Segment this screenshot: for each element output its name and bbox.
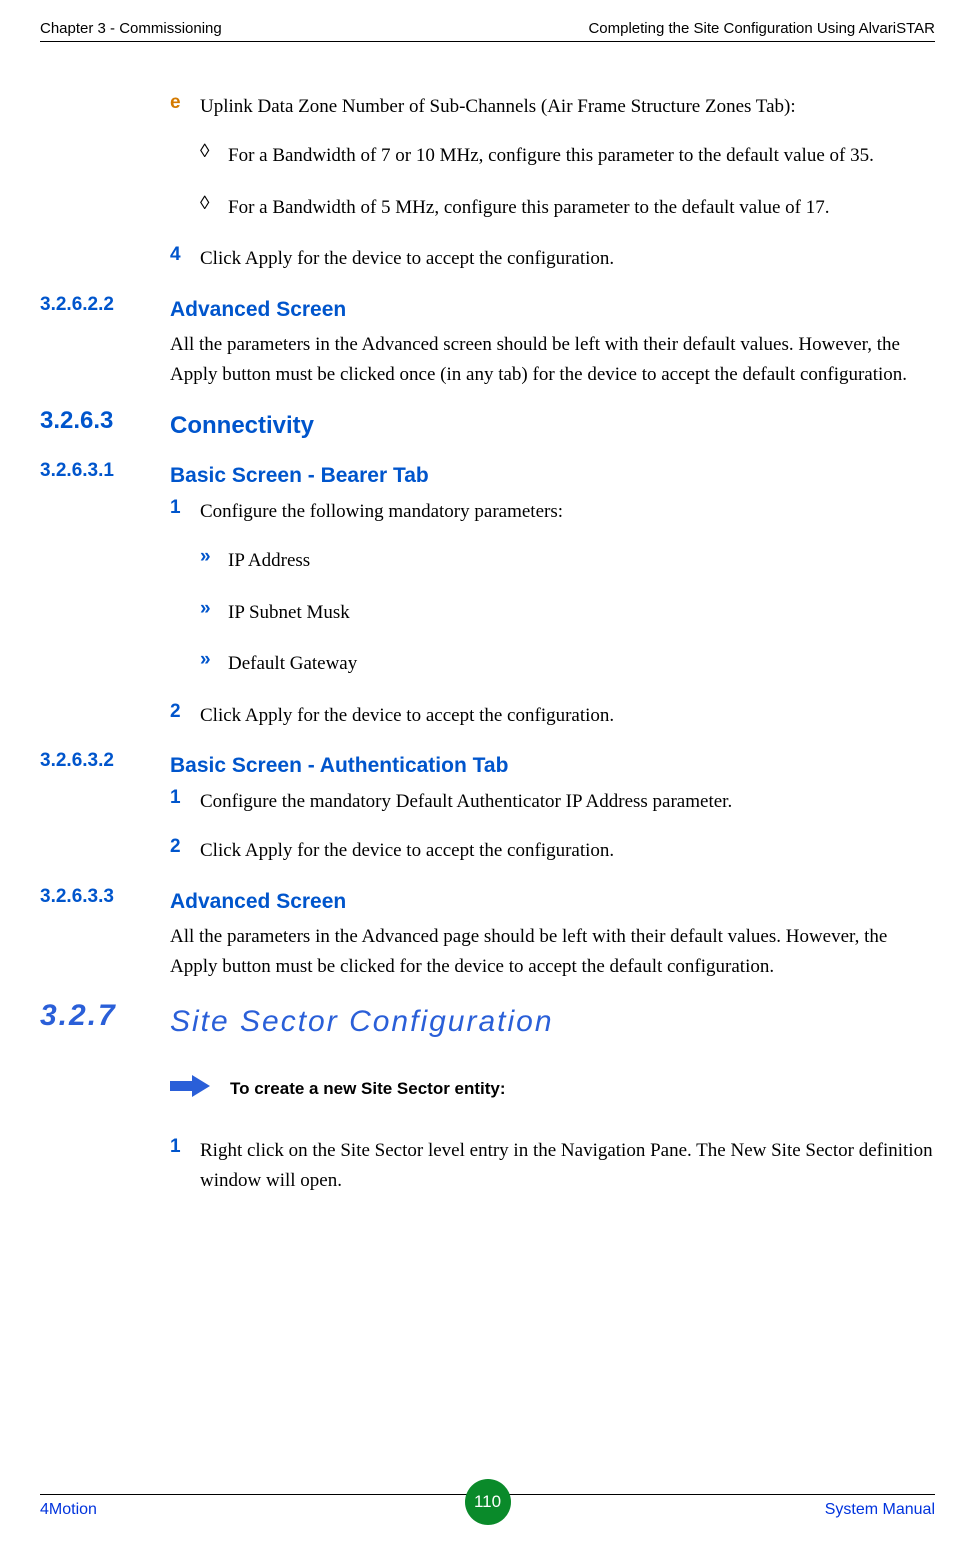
- paragraph: All the parameters in the Advanced scree…: [170, 330, 935, 389]
- section-number: 3.2.7: [40, 999, 170, 1033]
- header-left: Chapter 3 - Commissioning: [40, 20, 222, 37]
- section-327-body: To create a new Site Sector entity: 1 Ri…: [170, 1075, 935, 1195]
- ordered-sub-e: e Uplink Data Zone Number of Sub-Channel…: [170, 92, 935, 274]
- bullet-default-gateway: Default Gateway: [228, 649, 935, 678]
- list-text-e: Uplink Data Zone Number of Sub-Channels …: [200, 92, 935, 121]
- section-title: Advanced Screen: [170, 294, 935, 327]
- section-title: Basic Screen - Authentication Tab: [170, 750, 935, 783]
- section-3263-heading: 3.2.6.3 Connectivity: [40, 407, 935, 444]
- section-number: 3.2.6.3.1: [40, 460, 170, 482]
- page-header: Chapter 3 - Commissioning Completing the…: [40, 20, 935, 42]
- page-footer: 4Motion 110 System Manual: [40, 1494, 935, 1519]
- section-32633-heading: 3.2.6.3.3 Advanced Screen: [40, 886, 935, 919]
- list-text-d1: For a Bandwidth of 7 or 10 MHz, configur…: [228, 141, 935, 170]
- list-marker-1: 1: [170, 787, 200, 816]
- page-number-badge: 110: [465, 1479, 511, 1525]
- section-title: Site Sector Configuration: [170, 999, 935, 1046]
- section-32632-body: 1 Configure the mandatory Default Authen…: [170, 787, 935, 866]
- bullet-ip-address: IP Address: [228, 546, 935, 575]
- list-text-2: Click Apply for the device to accept the…: [200, 701, 935, 730]
- diamond-icon: ◊: [200, 141, 228, 170]
- list-marker-2: 2: [170, 701, 200, 730]
- section-32631-heading: 3.2.6.3.1 Basic Screen - Bearer Tab: [40, 460, 935, 493]
- section-32633-body: All the parameters in the Advanced page …: [170, 922, 935, 981]
- section-32622-heading: 3.2.6.2.2 Advanced Screen: [40, 294, 935, 327]
- section-327-heading: 3.2.7 Site Sector Configuration: [40, 999, 935, 1046]
- list-marker-4: 4: [170, 244, 200, 273]
- list-text-1: Configure the following mandatory parame…: [200, 497, 935, 526]
- arrows-icon: »: [200, 546, 228, 575]
- list-marker-1: 1: [170, 1136, 200, 1195]
- arrows-icon: »: [200, 649, 228, 678]
- list-marker-1: 1: [170, 497, 200, 526]
- arrows-icon: »: [200, 598, 228, 627]
- callout-block: To create a new Site Sector entity:: [170, 1075, 935, 1102]
- list-marker-e: e: [170, 92, 200, 121]
- list-text-d2: For a Bandwidth of 5 MHz, configure this…: [228, 193, 935, 222]
- paragraph: All the parameters in the Advanced page …: [170, 922, 935, 981]
- list-text-4: Click Apply for the device to accept the…: [200, 244, 935, 273]
- section-32631-body: 1 Configure the following mandatory para…: [170, 497, 935, 730]
- arrow-right-icon: [170, 1075, 230, 1102]
- callout-text: To create a new Site Sector entity:: [230, 1079, 506, 1099]
- footer-left: 4Motion: [40, 1501, 97, 1519]
- section-title: Connectivity: [170, 407, 935, 444]
- section-number: 3.2.6.3: [40, 407, 170, 435]
- diamond-icon: ◊: [200, 193, 228, 222]
- list-text-1: Right click on the Site Sector level ent…: [200, 1136, 935, 1195]
- page: Chapter 3 - Commissioning Completing the…: [0, 0, 975, 1490]
- section-32632-heading: 3.2.6.3.2 Basic Screen - Authentication …: [40, 750, 935, 783]
- section-number: 3.2.6.3.3: [40, 886, 170, 908]
- bullet-ip-subnet: IP Subnet Musk: [228, 598, 935, 627]
- section-32622-body: All the parameters in the Advanced scree…: [170, 330, 935, 389]
- section-number: 3.2.6.3.2: [40, 750, 170, 772]
- section-title: Advanced Screen: [170, 886, 935, 919]
- list-text-1: Configure the mandatory Default Authenti…: [200, 787, 935, 816]
- list-marker-2: 2: [170, 836, 200, 865]
- section-number: 3.2.6.2.2: [40, 294, 170, 316]
- footer-right: System Manual: [825, 1501, 935, 1519]
- header-right: Completing the Site Configuration Using …: [588, 20, 935, 37]
- section-title: Basic Screen - Bearer Tab: [170, 460, 935, 493]
- list-text-2: Click Apply for the device to accept the…: [200, 836, 935, 865]
